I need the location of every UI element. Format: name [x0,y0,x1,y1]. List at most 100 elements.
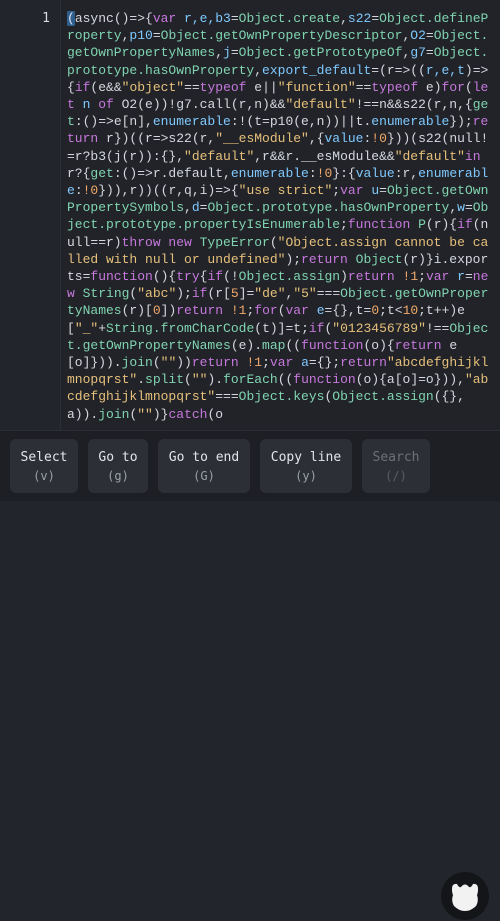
go-to-button-shortcut: (g) [107,468,129,483]
code-token: catch [168,406,208,422]
select-button[interactable]: Select (v) [10,439,78,493]
code-token: (r[ [207,286,231,302]
code-token: , [215,45,224,61]
code-token: !0 [316,165,333,181]
code-token: ; [262,355,270,371]
line-gutter: 1 [0,0,61,430]
code-token: Object.assign [332,389,434,405]
code-token: !1 [402,269,419,285]
copy-line-button[interactable]: Copy line (y) [260,439,352,493]
bottom-toolbar: Select (v) Go to (g) Go to end (G) Copy … [0,430,500,920]
line-number: 1 [42,11,50,26]
code-token: === [316,286,341,302]
code-token: , [340,11,348,26]
code-token: 0 [371,303,380,319]
code-token: function [301,337,364,353]
code-token: r,e,t [425,62,465,78]
code-token: "0123456789" [332,320,426,336]
code-token: })),r))((r,q,i)=>{ [98,183,239,199]
code-token: :()=>e[n], [74,114,153,130]
code-token: (o){ [363,337,395,353]
code-token: join [121,355,153,371]
code-token: !1 [246,355,263,371]
code-token: enumerable [230,165,309,181]
code-token: ; [340,217,348,233]
code-token: var [269,355,302,371]
code-token: !==n&&s22(r,n,{ [355,97,473,113]
code-token: r [457,269,465,285]
code-token: "default" [394,148,465,164]
code-token: value [324,131,364,147]
code-token: = [152,28,161,44]
code-token: u [371,183,380,199]
code-token: if [308,320,325,336]
code-token: String [82,286,130,302]
code-token: Object [355,251,403,267]
code-token: map [262,337,286,353]
code-token: "__esModule" [215,131,309,147]
code-token: function [293,372,356,388]
code-token: forEach [223,372,278,388]
code-token: return [394,337,450,353]
code-token: if [74,79,91,95]
code-token: ]= [238,286,255,302]
code-token: n [82,97,99,113]
code-token: split [145,372,185,388]
code-token: "5" [293,286,317,302]
code-token: P [418,217,426,233]
code-token: :()=>r.default, [113,165,231,181]
code-token: return [191,355,247,371]
code-token: typeof [371,79,426,95]
code-token: ={},t= [324,303,372,319]
code-token: j [223,45,231,61]
code-token: !1 [230,303,247,319]
go-to-end-button-label: Go to end [168,449,240,465]
code-token: return [301,251,356,267]
code-token: for [441,79,465,95]
code-token: Object.prototype.hasOwnProperty [207,200,450,216]
code-token: try [176,269,200,285]
code-token: , [449,200,458,216]
search-button-label: Search [372,449,420,465]
code-token: s22 [347,11,372,26]
code-editor[interactable]: 1 (async()=>{var r,e,b3=Object.create,s2… [0,0,500,430]
code-token: e) [425,79,442,95]
code-token: r})((r=>s22(r, [106,131,216,147]
code-token: ( [152,355,161,371]
code-content[interactable]: (async()=>{var r,e,b3=Object.create,s22=… [67,10,495,423]
code-token: ,{ [308,131,325,147]
code-token: enumerable [152,114,231,130]
code-token: ( [277,303,286,319]
code-token: Object.create [238,11,341,26]
code-token: Object.getPrototypeOf [238,45,403,61]
code-token: (r){ [425,217,458,233]
code-token: function [90,269,153,285]
code-token: ,r&&r.__esModule&& [254,148,395,164]
code-token: return [176,303,231,319]
code-token: "default" [285,97,356,113]
code-token: = [425,28,434,44]
search-button[interactable]: Search (/) [362,439,430,493]
code-token: . [137,372,146,388]
code-token: }:{ [332,165,356,181]
code-token: Object.assign [238,269,341,285]
code-token: ;t< [379,303,403,319]
code-token: ={}; [308,355,341,371]
code-token: export_default [262,62,372,78]
code-token: == [355,79,372,95]
select-button-label: Select [20,449,68,465]
code-token: =(r=>(( [371,62,426,78]
code-token: get [90,165,114,181]
code-token: (e). [230,337,263,353]
code-token: "de" [254,286,286,302]
code-token: enumerable [371,114,450,130]
code-token: w [457,200,465,216]
go-to-end-button[interactable]: Go to end (G) [158,439,250,493]
code-token: :r, [394,165,419,181]
bear-paw-icon [441,872,489,920]
code-token: O2 [410,28,426,44]
code-token: TypeError [199,234,270,250]
code-token: ); [285,251,302,267]
go-to-button[interactable]: Go to (g) [88,439,148,493]
code-token: (( [277,372,294,388]
